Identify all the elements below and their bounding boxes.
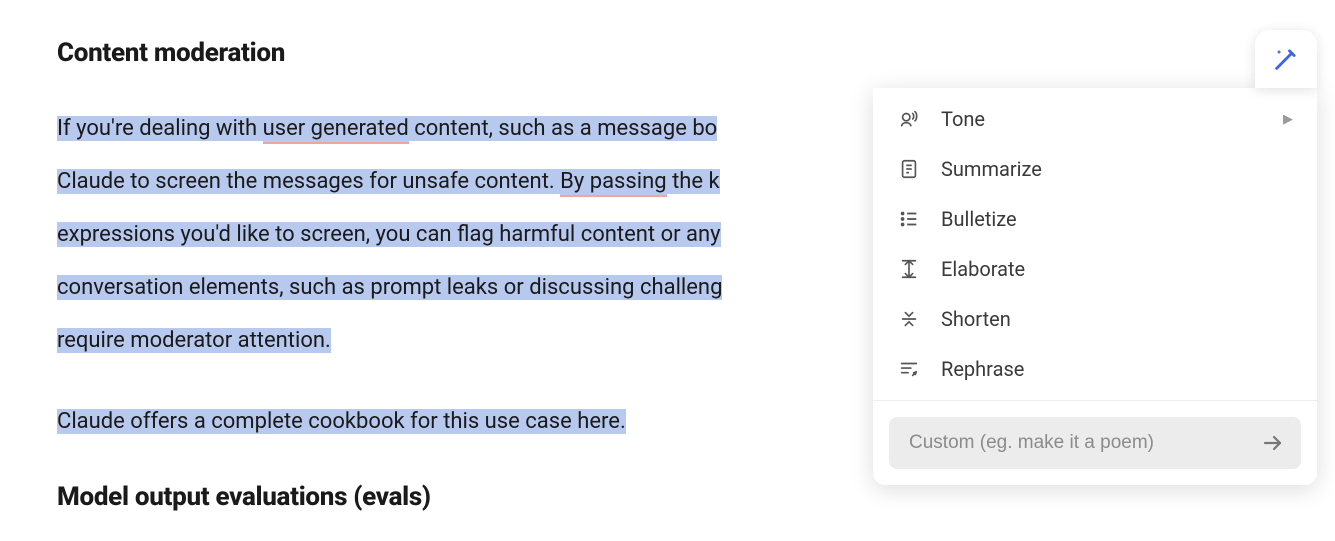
menu-label: Rephrase <box>941 357 1293 381</box>
menu-label: Elaborate <box>941 257 1293 281</box>
heading-evals: Model output evaluations (evals) <box>57 482 1335 512</box>
magic-wand-icon <box>1272 45 1300 73</box>
ai-assist-trigger[interactable] <box>1255 30 1317 88</box>
chevron-right-icon: ▶ <box>1283 112 1293 127</box>
ai-assist-menu: Tone ▶ Summarize Bulletize <box>873 88 1317 485</box>
menu-label: Summarize <box>941 157 1293 181</box>
custom-prompt-field[interactable] <box>889 417 1301 469</box>
menu-item-bulletize[interactable]: Bulletize <box>873 194 1317 244</box>
menu-item-rephrase[interactable]: Rephrase <box>873 344 1317 394</box>
menu-item-elaborate[interactable]: Elaborate <box>873 244 1317 294</box>
bulletize-icon <box>897 207 921 231</box>
menu-label: Bulletize <box>941 207 1293 231</box>
heading-content-moderation: Content moderation <box>57 38 1335 68</box>
menu-label: Shorten <box>941 307 1293 331</box>
summarize-icon <box>897 157 921 181</box>
custom-prompt-input[interactable] <box>909 432 1261 454</box>
menu-item-shorten[interactable]: Shorten <box>873 294 1317 344</box>
tone-icon <box>897 107 921 131</box>
menu-item-summarize[interactable]: Summarize <box>873 144 1317 194</box>
custom-prompt-row <box>873 401 1317 485</box>
menu-item-tone[interactable]: Tone ▶ <box>873 94 1317 144</box>
elaborate-icon <box>897 257 921 281</box>
menu-label: Tone <box>941 107 1263 131</box>
submit-arrow-icon[interactable] <box>1261 431 1285 455</box>
shorten-icon <box>897 307 921 331</box>
rephrase-icon <box>897 357 921 381</box>
